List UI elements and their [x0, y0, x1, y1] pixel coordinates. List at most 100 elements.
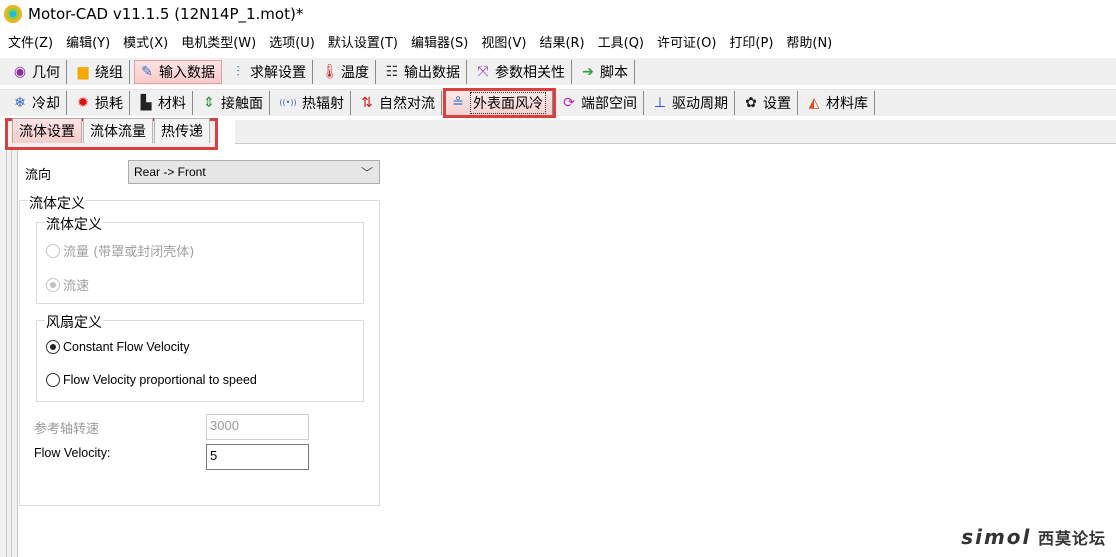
menu-edit[interactable]: 编辑(Y): [66, 32, 110, 51]
tab-heat-transfer[interactable]: 热传递: [154, 118, 210, 143]
tab-fluid-flow[interactable]: 流体流量: [83, 118, 153, 143]
solver-settings-icon: ⫶: [236, 63, 240, 80]
menu-tools[interactable]: 工具(Q): [598, 32, 644, 51]
sub-tab-label: 冷却: [32, 96, 60, 112]
motor-cad-app-icon: [4, 4, 22, 23]
flow-direction-select[interactable]: Rear -> Front ﹀: [128, 160, 380, 184]
sub-tab-radiation[interactable]: ((•)) 热辐射: [274, 91, 351, 115]
main-tab-script[interactable]: ➔ 脚本: [576, 59, 635, 84]
watermark-text: 西莫论坛: [1037, 529, 1106, 548]
flow-velocity-label: Flow Velocity:: [34, 446, 111, 460]
fluid-definition-inner-title: 流体定义: [45, 214, 103, 234]
menu-options[interactable]: 选项(U): [269, 32, 315, 51]
radio-flow-velocity[interactable]: 流速: [46, 275, 89, 294]
menu-print[interactable]: 打印(P): [729, 32, 773, 51]
main-tab-label: 几何: [32, 64, 60, 81]
menu-view[interactable]: 视图(V): [481, 32, 526, 51]
end-space-icon: ⟳: [563, 95, 575, 111]
menu-help[interactable]: 帮助(N): [786, 32, 832, 51]
main-tab-label: 脚本: [600, 64, 628, 81]
menu-motor-type[interactable]: 电机类型(W): [181, 32, 256, 51]
menu-bar: 文件(Z) 编辑(Y) 模式(X) 电机类型(W) 选项(U) 默认设置(T) …: [0, 29, 1116, 53]
watermark-brand: simol: [961, 525, 1032, 549]
main-tab-temperature[interactable]: 🌡 温度: [317, 59, 376, 84]
radio-velocity-proportional-label: Flow Velocity proportional to speed: [63, 373, 257, 387]
duty-cycle-icon: ⊥: [653, 95, 667, 111]
sub-tab-label: 设置: [763, 96, 791, 112]
fan-definition-group: 风扇定义: [36, 312, 364, 402]
sub-tab-label: 损耗: [95, 96, 123, 112]
sub-tab-bar: ❄ 冷却 ✹ 损耗 ▙ 材料 ⇕ 接触面 ((•)) 热辐射 ⇅ 自然对流 ≗ 外表面风冷 ⟳ 端部空间 ⊥ 驱动…: [0, 88, 1116, 118]
settings-icon: ✿: [745, 95, 757, 111]
input-data-icon: ✎: [141, 63, 153, 80]
radio-velocity-proportional-circle[interactable]: [46, 373, 60, 387]
window-title: Motor-CAD v11.1.5 (12N14P_1.mot)*: [28, 4, 304, 23]
radio-flow-rate-label: 流量 (带罩或封闭壳体): [63, 245, 195, 260]
fan-definition-title: 风扇定义: [45, 312, 103, 332]
radio-constant-flow-velocity-circle[interactable]: [46, 340, 60, 354]
radio-constant-flow-velocity[interactable]: Constant Flow Velocity: [46, 340, 189, 354]
main-tab-winding[interactable]: ▆ 绕组: [71, 59, 130, 84]
inner-tab-strip: [235, 120, 1116, 144]
cooling-icon: ❄: [14, 95, 26, 111]
geometry-icon: ◉: [13, 63, 27, 80]
materials-icon: ▙: [140, 95, 152, 111]
sub-tab-duty-cycle[interactable]: ⊥ 驱动周期: [648, 91, 735, 115]
main-tab-bar: ◉ 几何 ▆ 绕组 ✎ 输入数据 ⫶ 求解设置 🌡 温度 ☷ 输出数据 ⤧ 参数相关性 ➔ 脚本: [0, 58, 1116, 85]
title-bar: Motor-CAD v11.1.5 (12N14P_1.mot)*: [0, 0, 1116, 27]
natural-convection-icon: ⇅: [361, 95, 373, 111]
main-tab-label: 绕组: [95, 64, 123, 81]
main-tab-label: 求解设置: [250, 64, 306, 81]
sub-tab-label: 材料: [158, 96, 186, 112]
main-tab-label: 温度: [341, 64, 369, 81]
fluid-definition-group-title: 流体定义: [28, 193, 86, 213]
winding-icon: ▆: [77, 63, 89, 80]
radio-flow-velocity-circle[interactable]: [46, 277, 60, 292]
sub-tab-label: 自然对流: [379, 96, 435, 112]
sub-tab-interfaces[interactable]: ⇕ 接触面: [197, 91, 270, 115]
menu-defaults[interactable]: 默认设置(T): [328, 32, 398, 51]
left-splitter[interactable]: [0, 150, 18, 557]
reference-speed-input[interactable]: 3000: [206, 414, 309, 440]
sub-tab-label: 热辐射: [302, 96, 344, 112]
flow-velocity-input[interactable]: 5: [206, 444, 309, 470]
sub-tab-natural-convection[interactable]: ⇅ 自然对流: [355, 91, 442, 115]
menu-mode[interactable]: 模式(X): [123, 32, 168, 51]
main-tab-geometry[interactable]: ◉ 几何: [8, 59, 67, 84]
sub-tab-cooling[interactable]: ❄ 冷却: [8, 91, 67, 115]
sub-tab-settings[interactable]: ✿ 设置: [739, 91, 798, 115]
menu-results[interactable]: 结果(R): [539, 32, 584, 51]
sub-tab-end-space[interactable]: ⟳ 端部空间: [557, 91, 644, 115]
menu-license[interactable]: 许可证(O): [657, 32, 716, 51]
radio-flow-rate-circle[interactable]: [46, 243, 60, 258]
main-tab-output-data[interactable]: ☷ 输出数据: [380, 59, 467, 84]
sub-tab-label: 接触面: [221, 96, 263, 112]
main-tab-label: 输出数据: [404, 64, 460, 81]
menu-editors[interactable]: 编辑器(S): [411, 32, 468, 51]
main-tab-input-data[interactable]: ✎ 输入数据: [134, 59, 222, 84]
inner-tab-bar: 流体设置 流体流量 热传递: [5, 118, 218, 150]
sub-tab-label: 端部空间: [581, 96, 637, 112]
sub-tab-label: 外表面风冷: [470, 92, 546, 114]
flow-direction-value: Rear -> Front: [134, 165, 206, 179]
main-tab-solver-settings[interactable]: ⫶ 求解设置: [226, 59, 313, 84]
tab-fluid-settings[interactable]: 流体设置: [12, 118, 82, 143]
sub-tab-housing-water-jacket[interactable]: ≗ 外表面风冷: [443, 88, 556, 118]
main-tab-sensitivity[interactable]: ⤧ 参数相关性: [471, 59, 572, 84]
script-icon: ➔: [582, 63, 594, 80]
sub-tab-label: 驱动周期: [672, 96, 728, 112]
sub-tab-materials-database[interactable]: ◭ 材料库: [802, 91, 875, 115]
output-data-icon: ☷: [385, 63, 399, 80]
sub-tab-label: 材料库: [826, 96, 868, 112]
materials-database-icon: ◭: [808, 95, 820, 111]
sub-tab-materials[interactable]: ▙ 材料: [134, 91, 193, 115]
menu-file[interactable]: 文件(Z): [8, 32, 53, 51]
radio-constant-flow-velocity-label: Constant Flow Velocity: [63, 340, 190, 354]
radio-flow-rate[interactable]: 流量 (带罩或封闭壳体): [46, 241, 194, 260]
radio-velocity-proportional[interactable]: Flow Velocity proportional to speed: [46, 373, 257, 387]
flow-direction-label: 流向: [25, 168, 52, 183]
interfaces-icon: ⇕: [203, 95, 215, 111]
radio-flow-velocity-label: 流速: [63, 279, 90, 294]
simol-watermark: simol 西莫论坛: [961, 525, 1106, 549]
sub-tab-losses[interactable]: ✹ 损耗: [71, 91, 130, 115]
